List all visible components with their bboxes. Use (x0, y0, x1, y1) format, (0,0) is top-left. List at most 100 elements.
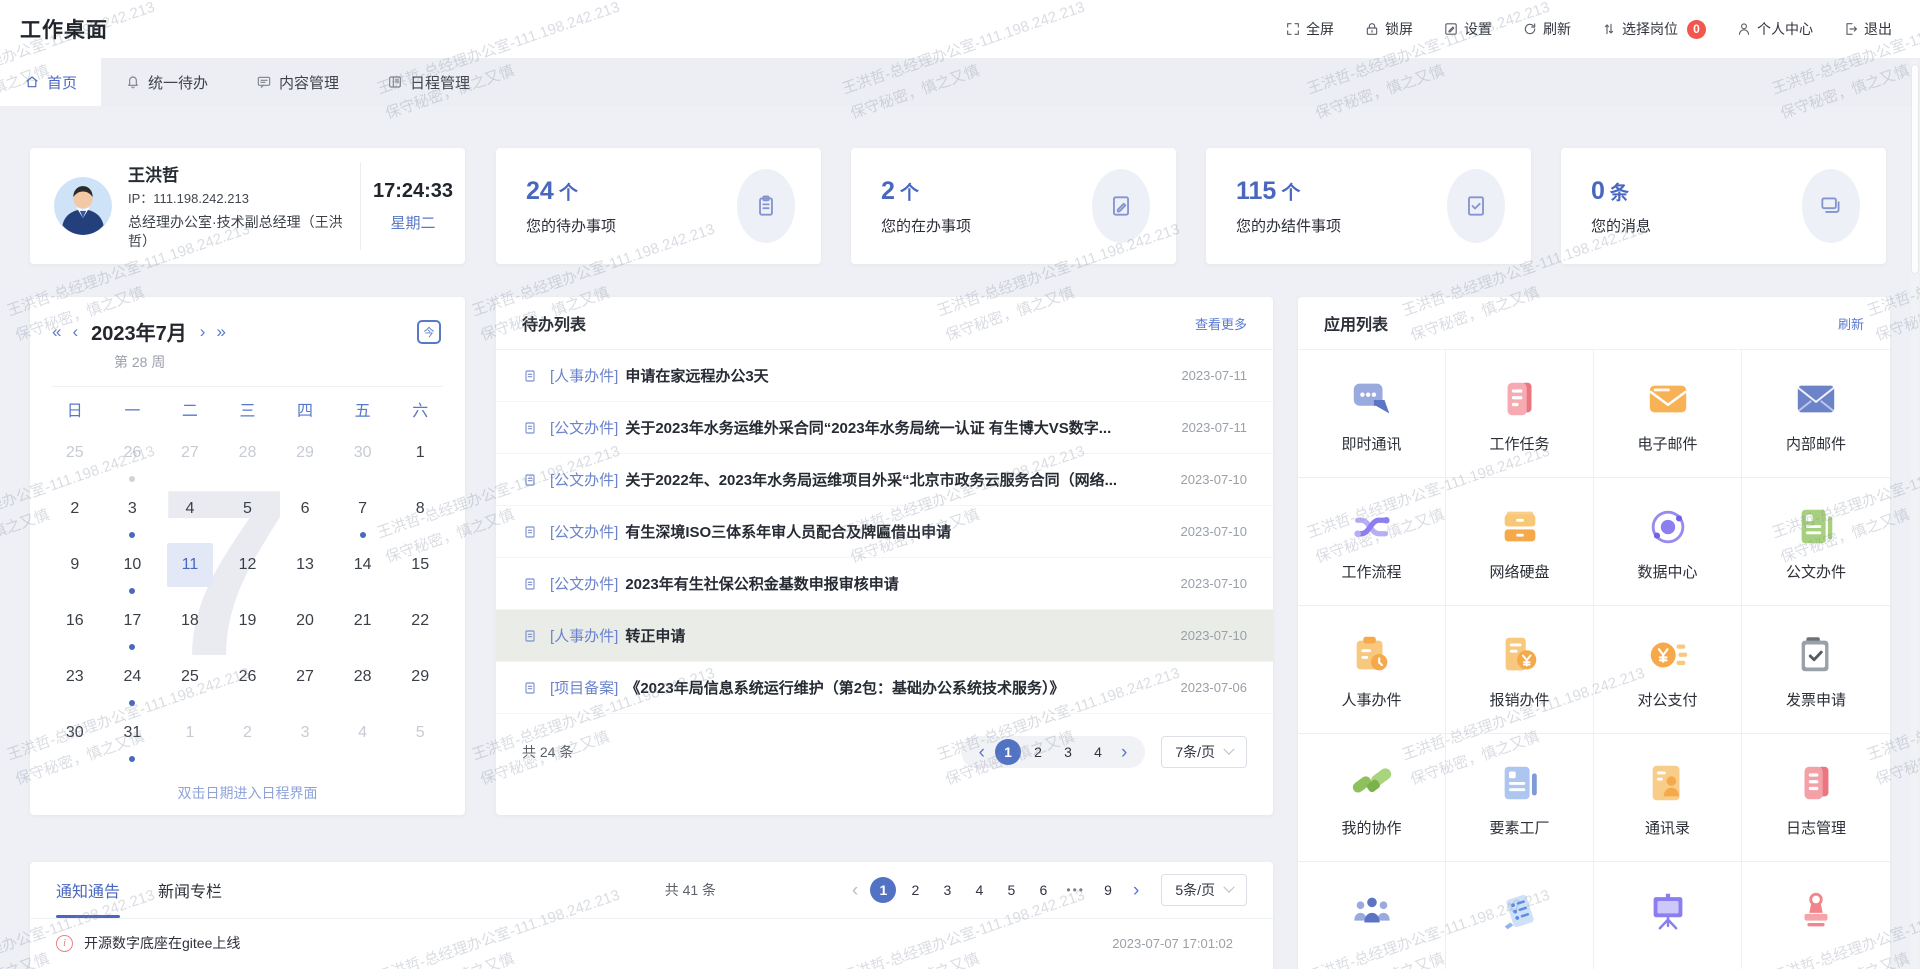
calendar-day[interactable]: 4 (161, 487, 219, 543)
calendar-day[interactable]: 24 (104, 655, 162, 711)
calendar-day[interactable]: 3 (104, 487, 162, 543)
calendar-day[interactable]: 23 (46, 655, 104, 711)
calendar-day[interactable]: 8 (391, 487, 449, 543)
page-number[interactable]: 1 (995, 739, 1021, 765)
page-number[interactable]: 6 (1030, 877, 1056, 903)
todo-item[interactable]: [人事办件] 申请在家远程办公3天 2023-07-11 (496, 350, 1273, 402)
calendar-day[interactable]: 13 (276, 543, 334, 599)
todo-page-size-select[interactable]: 7条/页 (1161, 736, 1247, 768)
calendar-day[interactable]: 30 (334, 431, 392, 487)
next-month-button[interactable]: › (200, 323, 206, 340)
settings-button[interactable]: 设置 (1443, 19, 1492, 39)
calendar-day[interactable]: 3 (276, 711, 334, 767)
page-number[interactable]: 1 (870, 877, 896, 903)
app-item-人事办件[interactable]: 人事办件 (1298, 606, 1446, 734)
page-number[interactable]: 3 (934, 877, 960, 903)
next-page-button[interactable]: › (1115, 743, 1133, 762)
prev-page-button[interactable]: ‹ (846, 881, 864, 900)
calendar-day[interactable]: 5 (219, 487, 277, 543)
calendar-day[interactable]: 17 (104, 599, 162, 655)
calendar-day[interactable]: 25 (46, 431, 104, 487)
app-item-我的协作[interactable]: 我的协作 (1298, 734, 1446, 862)
app-item-网络硬盘[interactable]: 网络硬盘 (1446, 478, 1594, 606)
apps-refresh-link[interactable]: 刷新 (1838, 314, 1864, 333)
app-item-数据中心[interactable]: 数据中心 (1594, 478, 1742, 606)
calendar-day[interactable]: 9 (46, 543, 104, 599)
notice-tab-1[interactable]: 新闻专栏 (158, 862, 222, 918)
app-item-电子邮件[interactable]: 电子邮件 (1594, 350, 1742, 478)
app-item-工作流程[interactable]: 工作流程 (1298, 478, 1446, 606)
app-item-报销办件[interactable]: 报销办件 (1446, 606, 1594, 734)
fullscreen-button[interactable]: 全屏 (1285, 19, 1334, 39)
app-item-partial-19[interactable] (1742, 862, 1890, 969)
news-item[interactable]: i 开源数字底座在gitee上线 2023-07-07 17:01:02 (30, 919, 1273, 967)
todo-item[interactable]: [公文办件] 2023年有生社保公积金基数申报审核申请 2023-07-10 (496, 558, 1273, 610)
calendar-day[interactable]: 26 (219, 655, 277, 711)
next-page-button[interactable]: › (1127, 881, 1145, 900)
prev-month-button[interactable]: ‹ (72, 323, 78, 340)
todo-item[interactable]: [项目备案] 《2023年局信息系统运行维护（第2包：基础办公系统技术服务）》 … (496, 662, 1273, 714)
calendar-day[interactable]: 7 (334, 487, 392, 543)
page-number[interactable]: 3 (1055, 739, 1081, 765)
calendar-day[interactable]: 22 (391, 599, 449, 655)
calendar-day[interactable]: 21 (334, 599, 392, 655)
calendar-day[interactable]: 20 (276, 599, 334, 655)
personal-center-button[interactable]: 个人中心 (1736, 19, 1813, 39)
prev-year-button[interactable]: « (52, 323, 61, 340)
calendar-day[interactable]: 5 (391, 711, 449, 767)
view-more-link[interactable]: 查看更多 (1195, 314, 1247, 333)
calendar-day[interactable]: 16 (46, 599, 104, 655)
pager-ellipsis-icon[interactable]: ••• (1062, 883, 1089, 897)
calendar-day[interactable]: 18 (161, 599, 219, 655)
calendar-day[interactable]: 27 (276, 655, 334, 711)
calendar-day[interactable]: 27 (161, 431, 219, 487)
app-item-partial-17[interactable] (1446, 862, 1594, 969)
tab-content-mgmt[interactable]: 内容管理 (232, 58, 363, 106)
calendar-day[interactable]: 2 (219, 711, 277, 767)
calendar-day[interactable]: 29 (391, 655, 449, 711)
prev-page-button[interactable]: ‹ (973, 743, 991, 762)
calendar-day[interactable]: 25 (161, 655, 219, 711)
calendar-day[interactable]: 28 (334, 655, 392, 711)
calendar-day[interactable]: 11 (161, 543, 219, 599)
app-item-通讯录[interactable]: 通讯录 (1594, 734, 1742, 862)
calendar-day[interactable]: 30 (46, 711, 104, 767)
app-item-partial-18[interactable] (1594, 862, 1742, 969)
app-item-要素工厂[interactable]: 要素工厂 (1446, 734, 1594, 862)
calendar-day[interactable]: 1 (161, 711, 219, 767)
calendar-day[interactable]: 15 (391, 543, 449, 599)
app-item-日志管理[interactable]: 日志管理 (1742, 734, 1890, 862)
app-item-发票申请[interactable]: 发票申请 (1742, 606, 1890, 734)
todo-item[interactable]: [公文办件] 关于2022年、2023年水务局运维项目外采“北京市政务云服务合同… (496, 454, 1273, 506)
next-year-button[interactable]: » (216, 323, 225, 340)
page-number[interactable]: 4 (966, 877, 992, 903)
calendar-day[interactable]: 1 (391, 431, 449, 487)
calendar-day[interactable]: 10 (104, 543, 162, 599)
page-number[interactable]: 2 (902, 877, 928, 903)
scrollbar-thumb[interactable] (1911, 64, 1919, 274)
notice-page-size-select[interactable]: 5条/页 (1161, 874, 1247, 906)
app-item-工作任务[interactable]: 工作任务 (1446, 350, 1594, 478)
app-item-partial-16[interactable] (1298, 862, 1446, 969)
calendar-day[interactable]: 2 (46, 487, 104, 543)
app-item-内部邮件[interactable]: 内部邮件 (1742, 350, 1890, 478)
page-number[interactable]: 9 (1095, 877, 1121, 903)
refresh-button[interactable]: 刷新 (1522, 19, 1571, 39)
page-number[interactable]: 2 (1025, 739, 1051, 765)
calendar-day[interactable]: 31 (104, 711, 162, 767)
calendar-day[interactable]: 6 (276, 487, 334, 543)
page-number[interactable]: 4 (1085, 739, 1111, 765)
todo-item[interactable]: [公文办件] 有生深境ISO三体系年审人员配合及牌匾借出申请 2023-07-1… (496, 506, 1273, 558)
tab-schedule-mgmt[interactable]: 日程管理 (363, 58, 494, 106)
calendar-day[interactable]: 12 (219, 543, 277, 599)
calendar-footer-hint[interactable]: 双击日期进入日程界面 (30, 783, 465, 803)
today-icon[interactable]: 今 (417, 320, 441, 344)
calendar-day[interactable]: 29 (276, 431, 334, 487)
calendar-day[interactable]: 4 (334, 711, 392, 767)
app-item-对公支付[interactable]: 对公支付 (1594, 606, 1742, 734)
lock-screen-button[interactable]: 锁屏 (1364, 19, 1413, 39)
page-number[interactable]: 5 (998, 877, 1024, 903)
calendar-day[interactable]: 28 (219, 431, 277, 487)
tab-home[interactable]: 首页 (0, 58, 101, 106)
todo-item[interactable]: [公文办件] 关于2023年水务运维外采合同“2023年水务局统一认证 有生博大… (496, 402, 1273, 454)
